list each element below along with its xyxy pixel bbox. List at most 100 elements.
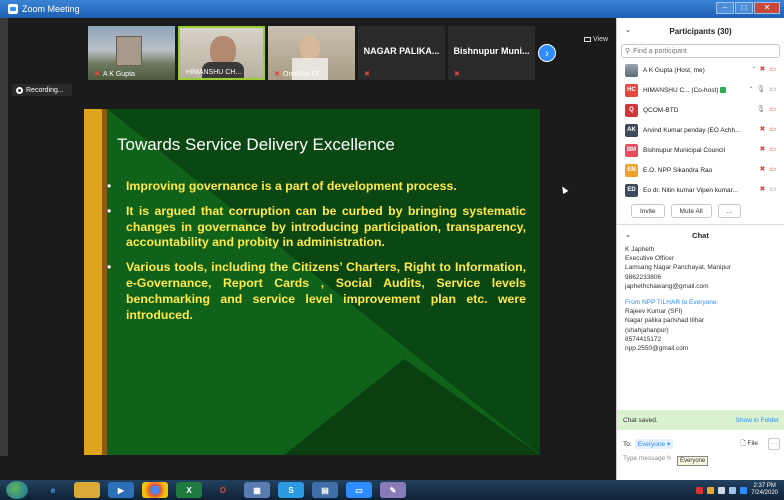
shared-slide: Towards Service Delivery Excellence Impr…	[84, 109, 540, 455]
zoom-logo-icon	[8, 4, 18, 14]
mute-all-button[interactable]: Mute All	[670, 204, 712, 218]
next-page-arrow-icon[interactable]: ›	[538, 44, 556, 62]
slide-bullet: Various tools, including the Citizens’ C…	[106, 260, 526, 323]
thumbnail-himanshu[interactable]: HIMANSHU CH...	[178, 26, 265, 80]
show-in-folder-link[interactable]: Show in Folder	[736, 417, 779, 424]
chat-line: Nagar palika parishad tilhar	[625, 317, 705, 325]
recording-indicator[interactable]: Recording...	[12, 84, 72, 96]
chat-sender: From NPP TILHAR to Everyone:	[625, 299, 719, 307]
window-controls: – □ ✕	[716, 2, 780, 14]
view-button[interactable]: View	[584, 36, 608, 43]
file-button[interactable]: 🗋︎ File	[740, 439, 758, 450]
tray-icon[interactable]	[696, 486, 704, 494]
participant-row[interactable]: A K Gupta (Host, me) ◔ ✖ ▭	[617, 60, 784, 80]
system-clock[interactable]: 2:37 PM 7/24/2020	[751, 483, 778, 497]
video-off-icon[interactable]: ▭	[769, 125, 776, 133]
muted-mic-icon[interactable]: ✖	[760, 165, 766, 173]
video-off-icon[interactable]: ▭	[769, 65, 776, 73]
participant-row[interactable]: BM Bishnupur Municipal Council ✖ ▭	[617, 140, 784, 160]
ie-icon[interactable]: e	[40, 482, 66, 498]
close-button[interactable]: ✕	[754, 2, 780, 14]
muted-mic-icon[interactable]: ✖	[760, 145, 766, 153]
chat-messages: K Japheth Executive Officer Lamsang Naga…	[617, 245, 784, 353]
system-tray: 2:37 PM 7/24/2020	[696, 483, 784, 497]
chrome-icon[interactable]	[142, 482, 168, 498]
chevron-down-icon[interactable]: ⌄	[625, 231, 631, 239]
participants-title: Participants (30)	[669, 26, 732, 36]
thumbnail-name: Bishnupur Muni...	[453, 46, 530, 56]
mic-on-icon[interactable]: 🎙︎	[756, 85, 765, 93]
invite-button[interactable]: Invite	[631, 204, 665, 218]
network-icon[interactable]	[729, 486, 737, 494]
chat-header: ⌄ Chat	[617, 225, 784, 245]
left-edge-strip	[0, 18, 8, 480]
slide-bullet: It is argued that corruption can be curb…	[106, 204, 526, 251]
thumbnail-bishnupur[interactable]: Bishnupur Muni... ✖	[448, 26, 535, 80]
chat-line: K Japheth	[625, 246, 655, 253]
volume-icon[interactable]	[718, 486, 726, 494]
minimize-button[interactable]: –	[716, 2, 734, 14]
to-label: To:	[623, 440, 632, 448]
zoom-window: Zoom Meeting – □ ✕ ✖ A K Gupta HIMANSHU C…	[0, 0, 784, 500]
video-bottom-bar	[0, 456, 616, 480]
chat-recipient-row: To: Everyone ▾ 🗋︎ File ···	[623, 438, 780, 450]
participant-row[interactable]: HC HIMANSHU C... (Co-host) ◔ 🎙︎ ▭	[617, 80, 784, 100]
muted-mic-icon[interactable]: ✖	[760, 185, 766, 193]
video-off-icon[interactable]: ▭	[769, 165, 776, 173]
participants-header: ⌄ Participants (30)	[617, 18, 784, 44]
more-options-button[interactable]: ...	[717, 204, 742, 218]
participant-name: Eo dr. Nitin kumar Vipen kumar...	[643, 186, 738, 194]
thumbnail-name: HIMANSHU CH...	[186, 69, 242, 76]
skype-icon[interactable]: S	[278, 482, 304, 498]
thumbnail-name: NAGAR PALIKA...	[363, 46, 440, 56]
slide-accent-bar	[84, 109, 102, 455]
video-on-icon[interactable]: ▭	[769, 185, 776, 193]
muted-mic-icon[interactable]: ✖	[760, 125, 766, 133]
thumbnail-oneplus[interactable]: ✖ OnePlus 6T	[268, 26, 355, 80]
zoom-taskbar-icon[interactable]: ▭	[346, 482, 372, 498]
mic-on-icon[interactable]: 🎙︎	[756, 105, 765, 113]
video-off-icon[interactable]: ▭	[769, 105, 776, 113]
search-placeholder: Find a participant	[633, 47, 687, 55]
participant-row[interactable]: EN E.O. NPP Sikandra Rao ✖ ▭	[617, 160, 784, 180]
opera-icon[interactable]: O	[210, 482, 236, 498]
participant-name: A K Gupta (Host, me)	[643, 66, 705, 74]
participant-row[interactable]: Q QCOM-BTD 🎙︎ ▭	[617, 100, 784, 120]
app-icon[interactable]: ▦	[244, 482, 270, 498]
participant-name: QCOM-BTD	[643, 106, 679, 114]
video-off-icon[interactable]: ▭	[769, 145, 776, 153]
participant-row[interactable]: ED Eo dr. Nitin kumar Vipen kumar... ✖ ▭	[617, 180, 784, 200]
muted-mic-icon[interactable]: ✖	[760, 65, 766, 73]
share-icon: ◔	[748, 85, 753, 92]
clock-date: 7/24/2020	[751, 490, 778, 496]
chat-more-button[interactable]: ···	[768, 438, 780, 450]
slide-bullet: Improving governance is a part of develo…	[106, 179, 526, 195]
recipient-select[interactable]: Everyone ▾	[634, 439, 674, 449]
tray-icon[interactable]	[740, 486, 748, 494]
participant-row[interactable]: AK Arvind Kumar penday (EO Achh... ✖ ▭	[617, 120, 784, 140]
maximize-button[interactable]: □	[735, 2, 753, 14]
folder-icon[interactable]	[74, 482, 100, 498]
video-on-icon[interactable]: ▭	[769, 85, 776, 93]
chat-message-input[interactable]: Type message h	[623, 455, 671, 462]
title-bar: Zoom Meeting – □ ✕	[0, 0, 784, 18]
muted-mic-icon: ✖	[94, 71, 100, 78]
paint-icon[interactable]: ✎	[380, 482, 406, 498]
document-icon[interactable]: ▤	[312, 482, 338, 498]
grid-view-icon	[584, 37, 591, 42]
start-button[interactable]	[6, 481, 28, 499]
participant-actions: Invite Mute All ...	[617, 204, 784, 218]
excel-icon[interactable]: X	[176, 482, 202, 498]
participant-list: A K Gupta (Host, me) ◔ ✖ ▭ HC HIMANSHU C..…	[617, 60, 784, 200]
tray-icon[interactable]	[707, 486, 715, 494]
thumbnail-a-k-gupta[interactable]: ✖ A K Gupta	[88, 26, 175, 80]
chevron-down-icon[interactable]: ⌄	[625, 26, 631, 34]
participant-name: Arvind Kumar penday (EO Achh...	[643, 126, 741, 134]
windows-taskbar: e ▶ X O ▦ S ▤ ▭ ✎ 2:37 PM 7/24/2020	[0, 480, 784, 500]
chat-line: japhethchawang@gmail.com	[625, 282, 709, 290]
participant-search-input[interactable]: ⚲ Find a participant	[621, 44, 780, 58]
chat-line: Executive Officer	[625, 255, 675, 263]
media-player-icon[interactable]: ▶	[108, 482, 134, 498]
thumbnail-nagar-palika[interactable]: NAGAR PALIKA... ✖	[358, 26, 445, 80]
chat-line: Rajeev Kumar (SFI)	[625, 308, 683, 316]
